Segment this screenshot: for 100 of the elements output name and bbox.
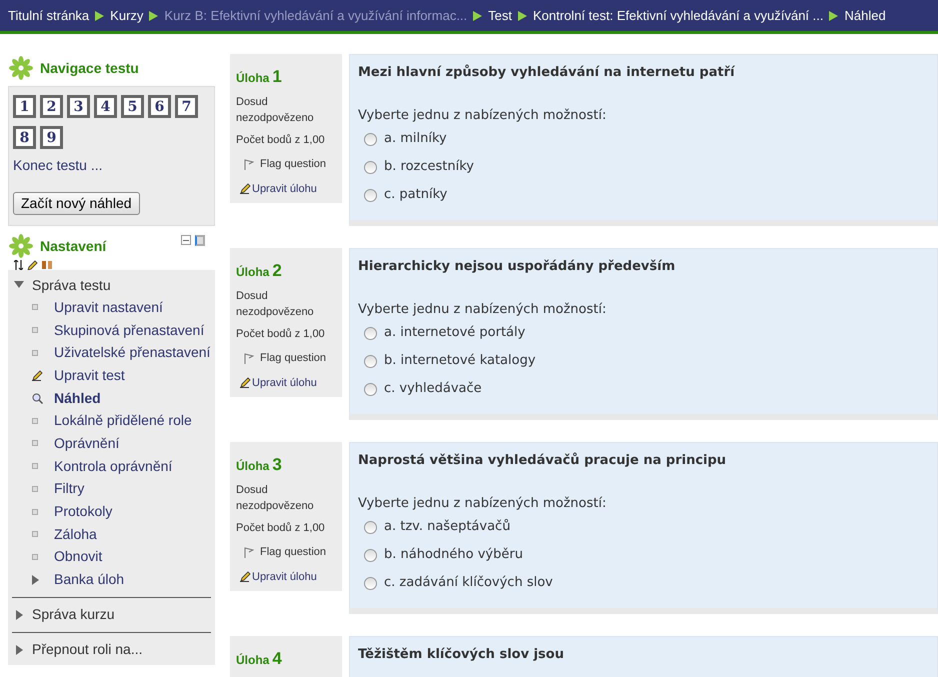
pencil-icon [240,571,251,582]
question-prompt: Vyberte jednu z nabízených možností: [358,494,608,512]
pencil-icon [240,377,251,388]
breadcrumb-link[interactable]: Test [488,6,512,26]
question-number-button[interactable]: 5 [121,95,144,118]
question-number-button[interactable]: 1 [13,95,36,118]
radio-button[interactable] [364,326,377,340]
radio-button[interactable] [364,382,377,396]
question-number-button[interactable]: 4 [94,95,117,118]
expanded-triangle-icon[interactable] [14,281,24,289]
question-number-button[interactable]: 9 [40,126,63,149]
tree-item-link[interactable]: Skupinová přenastavení [54,320,204,341]
tree-node[interactable]: Přepnout roli na... [32,639,143,660]
question-number-button[interactable]: 8 [13,126,36,149]
pencil-icon [240,183,251,194]
bullet-icon [32,486,38,492]
collapse-icon[interactable] [181,235,191,245]
flag-question-label[interactable]: Flag question [260,350,326,366]
flag-question-label[interactable]: Flag question [260,544,326,560]
collapsed-triangle-icon[interactable] [16,644,24,655]
radio-button[interactable] [364,548,377,562]
option-label[interactable]: c. zadávání klíčových slov [384,573,553,593]
question-text: Mezi hlavní způsoby vyhledávání na internetu patří [358,64,736,82]
block-title: Nastavení [40,236,106,256]
option-label[interactable]: b. náhodného výběru [384,545,523,565]
tree-item-link[interactable]: Filtry [54,478,84,500]
arrow-icon [149,10,158,20]
question-text: Těžištěm klíčových slov jsou [358,646,565,664]
question-number: Úloha 4 [236,648,283,670]
bullet-icon [32,350,38,356]
move-icon[interactable] [14,260,23,270]
bullet-icon [32,463,38,470]
question-status: Dosud nezodpovězeno [236,482,315,514]
radio-button[interactable] [364,132,377,146]
question-text: Naprostá většina vyhledávačů pracuje na principu [358,452,728,470]
magnifier-icon [32,392,43,404]
breadcrumb-link[interactable]: Kurzy [110,6,144,26]
breadcrumb-link[interactable]: Kontrolní test: Efektivní vyhledávání a využívání ... [533,6,824,26]
arrow-icon [95,10,104,20]
option-label[interactable]: c. vyhledávače [384,379,482,399]
edit-question-link[interactable]: Upravit úlohu [252,568,317,585]
breadcrumb-link[interactable]: Kurz B: Efektivní vyhledávání a využívání informac... [164,6,468,26]
finish-test-link[interactable]: Konec testu ... [13,155,210,176]
radio-button[interactable] [364,188,377,202]
tree-item-link[interactable]: Náhled [54,388,101,409]
question-text: Hierarchicky nejsou uspořádány především [358,258,676,276]
tree-item-link[interactable]: Obnovit [54,546,102,568]
tree-item-link[interactable]: Upravit nastavení [54,296,163,318]
tree-item-link[interactable]: Banka úloh [54,569,124,590]
tree-item-link[interactable]: Záloha [54,524,97,545]
question-number-button[interactable]: 3 [67,95,90,118]
flower-icon [8,233,34,259]
radio-button[interactable] [364,160,377,174]
option-label[interactable]: a. milníky [384,129,447,149]
tree-item-link[interactable]: Oprávnění [54,432,120,454]
question-points: Počet bodů z 1,00 [236,520,326,536]
collapsed-triangle-icon[interactable] [16,610,24,620]
question-number: Úloha 3 [236,454,283,476]
question-status: Dosud nezodpovězeno [236,94,315,126]
bullet-icon [32,304,38,310]
flag-icon[interactable] [244,158,254,170]
breadcrumb-link[interactable]: Náhled [844,6,886,26]
flag-icon[interactable] [244,352,254,364]
tree-item-link[interactable]: Kontrola oprávnění [54,456,172,477]
flag-icon[interactable] [244,546,254,558]
tree-item-link[interactable]: Upravit test [54,364,125,386]
collapsed-triangle-icon[interactable] [32,574,40,585]
question-number-button[interactable]: 7 [175,95,198,118]
edit-question-link[interactable]: Upravit úlohu [252,374,317,391]
new-preview-button[interactable]: Začít nový náhled [13,192,140,215]
arrow-icon [473,10,482,20]
radio-button[interactable] [364,576,377,590]
bullet-icon [32,554,38,560]
tree-node[interactable]: Správa kurzu [32,604,114,626]
roles-icon[interactable] [42,260,53,270]
breadcrumb-link[interactable]: Titulní stránka [8,6,90,26]
flower-icon [8,55,34,81]
radio-button[interactable] [364,354,377,368]
tree-node[interactable]: Správa testu [32,274,111,296]
question-points: Počet bodů z 1,00 [236,132,326,148]
question-number-button[interactable]: 2 [40,95,63,118]
option-label[interactable]: b. rozcestníky [384,157,474,177]
option-label[interactable]: b. internetové katalogy [384,351,536,371]
bullet-icon [32,508,38,515]
option-label[interactable]: a. internetové portály [384,323,526,343]
tree-item-link[interactable]: Lokálně přidělené role [54,410,192,432]
option-label[interactable]: a. tzv. našeptávačů [384,517,510,537]
option-label[interactable]: c. patníky [384,185,448,205]
tree-item-link[interactable]: Uživatelské přenastavení [54,342,210,364]
edit-question-link[interactable]: Upravit úlohu [252,180,317,197]
question-prompt: Vyberte jednu z nabízených možností: [358,300,608,318]
tree-item-link[interactable]: Protokoly [54,501,112,522]
question-status: Dosud nezodpovězeno [236,288,315,320]
bullet-icon [32,440,38,446]
dock-icon[interactable] [195,235,205,246]
flag-question-label[interactable]: Flag question [260,156,326,172]
radio-button[interactable] [364,520,377,534]
question-number-button[interactable]: 6 [148,95,171,118]
question-number: Úloha 2 [236,260,283,282]
bullet-icon [32,327,38,334]
